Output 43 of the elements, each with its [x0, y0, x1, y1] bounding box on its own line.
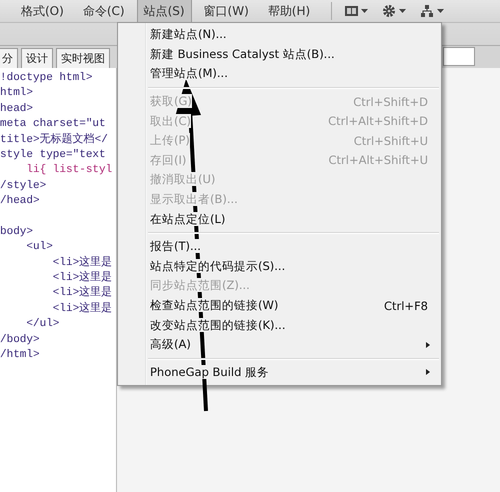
menu-item[interactable]: 报告(T)... — [118, 236, 441, 257]
code-line: !doctype html> — [0, 72, 92, 84]
code-line: title>无标题文档</ — [0, 134, 108, 146]
code-line: /body> — [0, 334, 40, 346]
menu-item[interactable]: 新建 Business Catalyst 站点(B)... — [118, 44, 441, 64]
menu-item[interactable]: 站点(S) — [136, 0, 192, 24]
code-line: meta charset="ut — [0, 118, 106, 130]
code-line: li{ list-styl — [25, 164, 112, 176]
code-line: style type="text — [0, 148, 106, 161]
code-line: <li>这里是 — [52, 256, 112, 269]
menu-item[interactable]: 高级(A) — [118, 334, 441, 354]
menu-item[interactable]: 改变站点范围的链接(K)... — [118, 315, 441, 335]
layout-icon[interactable] — [344, 4, 360, 18]
sitemap-icon[interactable] — [420, 4, 436, 18]
code-line: <li>这里是 — [52, 287, 112, 300]
menu-item[interactable]: 格式(O) — [14, 0, 71, 24]
code-line: html> — [0, 87, 34, 100]
menu-item[interactable]: 命令(C) — [76, 0, 132, 24]
menu-item[interactable]: 帮助(H) — [260, 0, 318, 24]
menu-item[interactable]: 在站点定位(L) — [118, 209, 441, 229]
code-line: </ul> — [25, 318, 60, 330]
menu-item[interactable]: 窗口(W) — [196, 0, 256, 24]
gear-icon[interactable] — [382, 4, 398, 18]
code-line: /head> — [0, 195, 40, 208]
view-tab[interactable]: 设计 — [21, 48, 53, 68]
menu-item[interactable]: 检查站点范围的链接(W) Ctrl+F8 — [118, 296, 441, 316]
code-line: /style> — [0, 180, 46, 192]
menu-item[interactable]: 站点特定的代码提示(S)... — [118, 256, 441, 276]
view-tab[interactable]: 实时视图 — [56, 48, 110, 68]
code-line: <li>这里是 — [52, 302, 112, 315]
caret-icon[interactable] — [437, 9, 444, 13]
code-line: body> — [0, 226, 34, 238]
menu-item[interactable]: 新建站点(N)... — [118, 25, 441, 45]
caret-icon[interactable] — [361, 9, 368, 13]
code-line: /html> — [0, 349, 40, 362]
menu-item[interactable]: 管理站点(M)... — [118, 64, 441, 84]
code-line: head> — [0, 102, 34, 115]
view-tab[interactable]: 分 — [0, 48, 18, 68]
code-line: <ul> — [25, 241, 53, 254]
input-field[interactable] — [443, 47, 475, 66]
code-line: <li>这里是 — [52, 272, 112, 284]
menu-item[interactable]: PhoneGap Build 服务 — [118, 362, 441, 382]
caret-icon[interactable] — [399, 9, 406, 13]
